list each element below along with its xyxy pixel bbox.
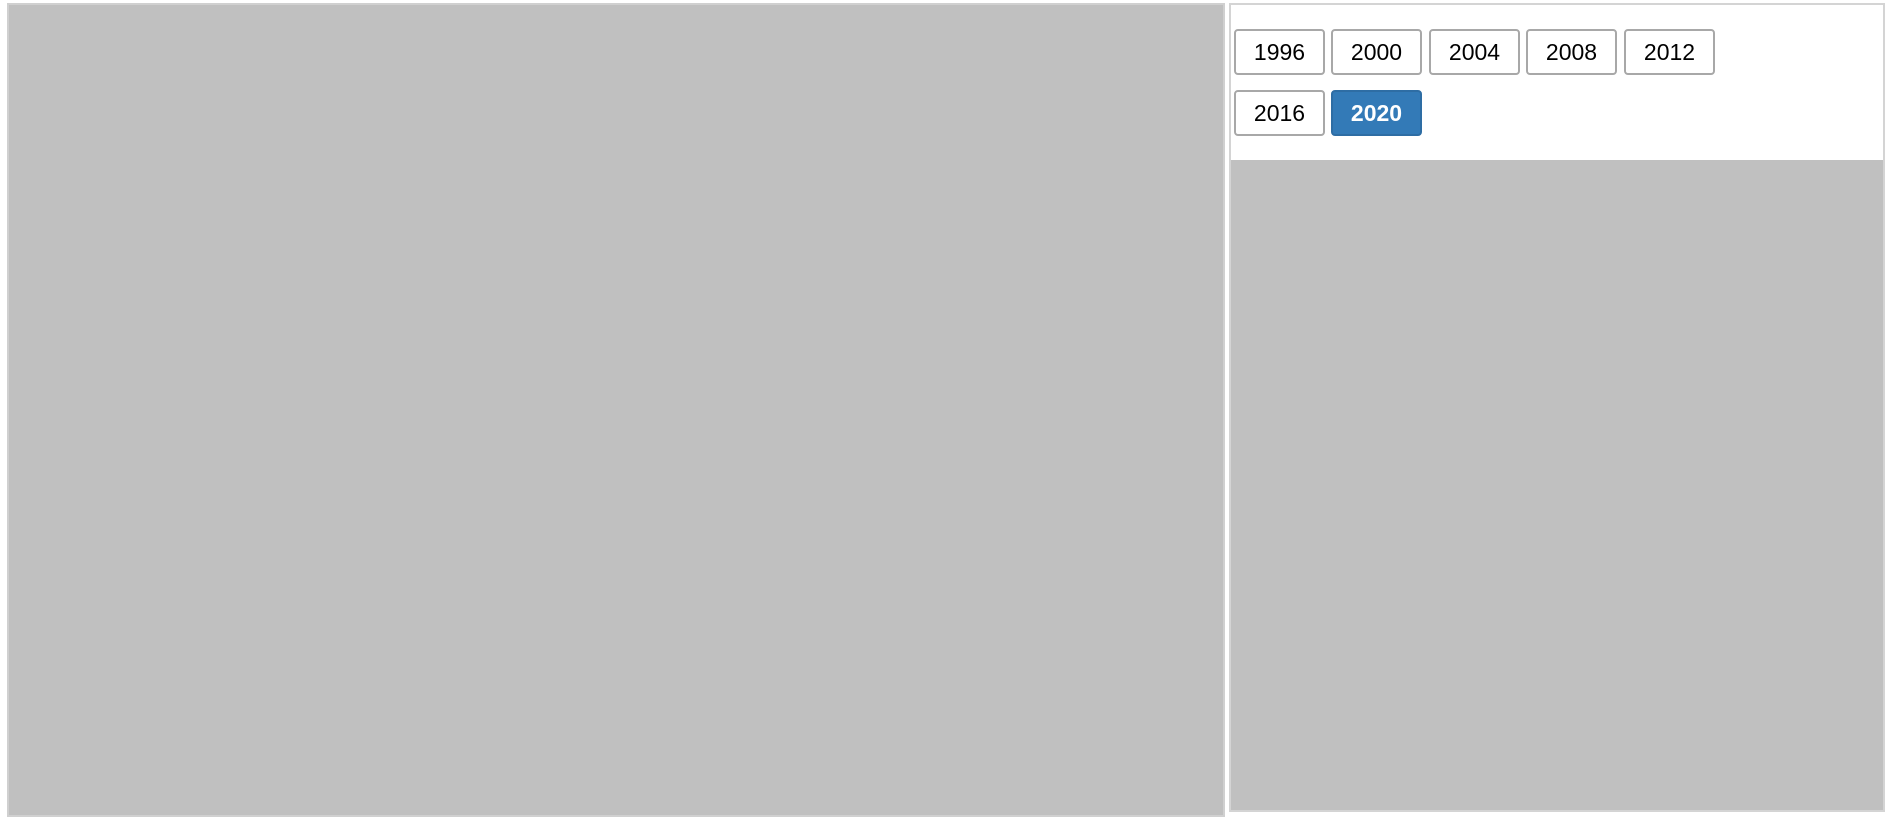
year-button-2000[interactable]: 2000 <box>1331 29 1422 75</box>
year-button-2016[interactable]: 2016 <box>1234 90 1325 136</box>
year-selector: 1996 2000 2004 2008 2012 2016 2020 <box>1231 5 1883 160</box>
year-button-2020[interactable]: 2020 <box>1331 90 1422 136</box>
main-content-panel <box>7 3 1225 817</box>
year-button-2004[interactable]: 2004 <box>1429 29 1520 75</box>
year-button-1996[interactable]: 1996 <box>1234 29 1325 75</box>
year-button-2012[interactable]: 2012 <box>1624 29 1715 75</box>
side-panel: 1996 2000 2004 2008 2012 2016 2020 <box>1229 3 1885 812</box>
year-button-2008[interactable]: 2008 <box>1526 29 1617 75</box>
